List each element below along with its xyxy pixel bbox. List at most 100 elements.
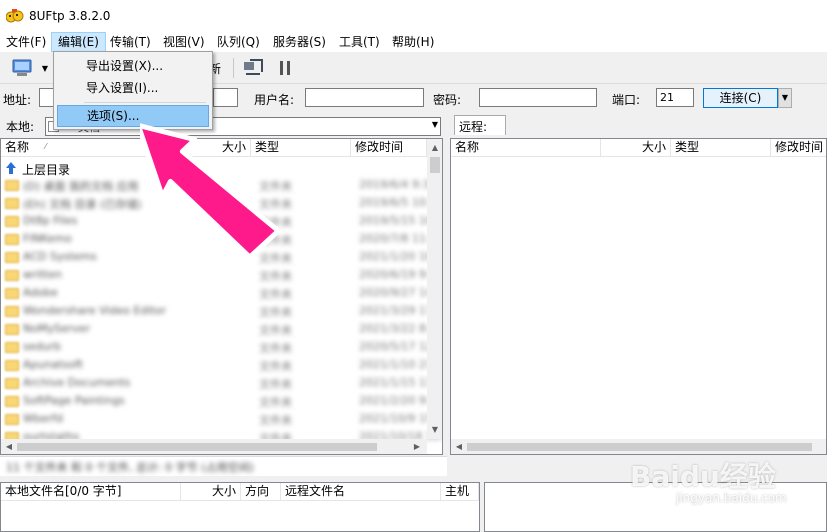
menu-file[interactable]: 文件(F) bbox=[0, 32, 52, 52]
table-row[interactable]: Adobe 文件夹 2020/9/27 14:33 bbox=[1, 285, 442, 303]
folder-icon bbox=[5, 306, 19, 317]
folder-icon bbox=[5, 360, 19, 371]
col-remote-file[interactable]: 远程文件名 bbox=[281, 483, 441, 501]
pause-button[interactable] bbox=[275, 57, 295, 79]
menu-view[interactable]: 视图(V) bbox=[157, 32, 211, 52]
local-status-text: 11 个文件夹 和 0 个文件, 总计: 0 字节 (占用空间) bbox=[6, 461, 254, 474]
chevron-down-icon: ▼ bbox=[431, 120, 438, 129]
folder-icon bbox=[5, 216, 19, 227]
local-vertical-scrollbar[interactable]: ▲ ▼ bbox=[427, 139, 442, 439]
remote-horizontal-scrollbar[interactable]: ◀ bbox=[451, 439, 826, 454]
menu-tools[interactable]: 工具(T) bbox=[333, 32, 386, 52]
address-label: 地址: bbox=[3, 93, 32, 107]
table-row[interactable]: (Eh) 文档 目录 (已存储) 文件夹 2019/6/5 10:21 bbox=[1, 195, 442, 213]
col-name[interactable]: 名称 bbox=[1, 139, 173, 157]
menu-queue[interactable]: 队列(Q) bbox=[211, 32, 266, 52]
menu-item-export-settings[interactable]: 导出设置(X)... bbox=[57, 55, 209, 77]
reconnect-icon bbox=[244, 59, 263, 75]
address-input[interactable] bbox=[39, 88, 54, 107]
up-arrow-icon bbox=[6, 162, 16, 174]
scroll-down-arrow-icon[interactable]: ▼ bbox=[427, 425, 442, 434]
menu-item-options[interactable]: 选项(S)... bbox=[57, 105, 209, 127]
local-label: 本地: bbox=[6, 120, 35, 134]
toolbar-separator bbox=[233, 58, 234, 78]
password-input[interactable] bbox=[479, 88, 597, 107]
transfer-queue[interactable]: 本地文件名[0/0 字节] 大小 方向 远程文件名 主机 bbox=[0, 482, 480, 532]
table-row[interactable]: Archive Documents 文件夹 2021/1/15 13:54 bbox=[1, 375, 442, 393]
menu-edit[interactable]: 编辑(E) bbox=[51, 32, 106, 52]
baidu-watermark: Baidu经验 jingyan.baidu.com bbox=[630, 455, 820, 515]
username-input[interactable] bbox=[305, 88, 424, 107]
port-input[interactable]: 21 bbox=[656, 88, 694, 107]
local-horizontal-scrollbar[interactable]: ◀ ▶ bbox=[1, 439, 427, 454]
menu-server[interactable]: 服务器(S) bbox=[267, 32, 332, 52]
scroll-thumb[interactable] bbox=[430, 157, 440, 173]
menu-bar: 文件(F) 编辑(E) 传输(T) 视图(V) 队列(Q) 服务器(S) 工具(… bbox=[0, 32, 827, 52]
connect-dropdown-arrow[interactable]: ▼ bbox=[778, 88, 792, 108]
col-size[interactable]: 大小 bbox=[181, 483, 241, 501]
local-file-list[interactable]: 名称 大小 类型 修改时间 ⁄ 上层目录 (D) 桌面 我的文档 应用 文件夹 20… bbox=[0, 138, 443, 455]
remote-file-list[interactable]: 名称 大小 类型 修改时间 ◀ bbox=[450, 138, 827, 455]
window-title: 8UFtp 3.8.2.0 bbox=[29, 9, 111, 23]
folder-icon bbox=[5, 270, 19, 281]
title-bar: 8UFtp 3.8.2.0 bbox=[0, 0, 827, 32]
username-label: 用户名: bbox=[254, 93, 295, 107]
table-row[interactable]: Wondershare Video Editor 文件夹 2021/3/29 17:… bbox=[1, 303, 442, 321]
scroll-thumb[interactable] bbox=[467, 443, 812, 451]
folder-icon bbox=[5, 414, 19, 425]
site-manager-button[interactable] bbox=[8, 57, 36, 79]
table-row[interactable]: FINKemo 文件夹 2020/7/8 11:20 bbox=[1, 231, 442, 249]
app-icon bbox=[6, 9, 24, 23]
remote-list-header: 名称 大小 类型 修改时间 bbox=[451, 139, 826, 157]
watermark-url: jingyan.baidu.com bbox=[676, 491, 787, 505]
scroll-left-arrow-icon[interactable]: ◀ bbox=[451, 442, 467, 451]
parent-dir-row[interactable]: 上层目录 bbox=[1, 159, 442, 177]
col-direction[interactable]: 方向 bbox=[241, 483, 281, 501]
scroll-up-arrow-icon[interactable]: ▲ bbox=[427, 143, 442, 152]
menu-transfer[interactable]: 传输(T) bbox=[104, 32, 157, 52]
folder-icon bbox=[5, 396, 19, 407]
col-host[interactable]: 主机 bbox=[441, 483, 479, 501]
folder-icon bbox=[5, 252, 19, 263]
sort-indicator-icon: ⁄ bbox=[45, 142, 47, 151]
table-row[interactable]: Dt8p Files 文件夹 2019/5/15 16:40 bbox=[1, 213, 442, 231]
address-input-tail[interactable] bbox=[213, 88, 238, 107]
table-row[interactable]: NoMyServer 文件夹 2021/3/22 8:40 bbox=[1, 321, 442, 339]
site-dropdown-arrow[interactable]: ▼ bbox=[38, 57, 52, 79]
col-size[interactable]: 大小 bbox=[601, 139, 671, 157]
folder-icon bbox=[5, 198, 19, 209]
remote-tab[interactable]: 远程: bbox=[454, 115, 506, 135]
queue-header: 本地文件名[0/0 字节] 大小 方向 远程文件名 主机 bbox=[1, 483, 479, 501]
col-local-file[interactable]: 本地文件名[0/0 字节] bbox=[1, 483, 181, 501]
folder-icon bbox=[5, 324, 19, 335]
col-type[interactable]: 类型 bbox=[251, 139, 351, 157]
reconnect-button[interactable] bbox=[240, 57, 266, 79]
col-size[interactable]: 大小 bbox=[173, 139, 251, 157]
col-modified[interactable]: 修改时间 bbox=[771, 139, 826, 157]
folder-icon bbox=[5, 180, 19, 191]
col-type[interactable]: 类型 bbox=[671, 139, 771, 157]
scroll-left-arrow-icon[interactable]: ◀ bbox=[1, 442, 17, 451]
table-row[interactable]: Apunatsoft 文件夹 2021/1/10 21:06 bbox=[1, 357, 442, 375]
edit-menu-dropdown: 导出设置(X)... 导入设置(I)... 选项(S)... bbox=[53, 51, 213, 130]
computer-icon bbox=[12, 59, 32, 76]
table-row[interactable]: sedurb 文件夹 2020/5/17 12:11 bbox=[1, 339, 442, 357]
table-row[interactable]: Wberfd 文件夹 2021/10/9 15:20 bbox=[1, 411, 442, 429]
col-name[interactable]: 名称 bbox=[451, 139, 601, 157]
menu-separator bbox=[84, 102, 206, 103]
port-label: 端口: bbox=[612, 93, 641, 107]
table-row[interactable]: (D) 桌面 我的文档 应用 文件夹 2019/6/4 9:30 bbox=[1, 177, 442, 195]
menu-help[interactable]: 帮助(H) bbox=[386, 32, 440, 52]
table-row[interactable]: written 文件夹 2020/6/19 9:12 bbox=[1, 267, 442, 285]
menu-item-import-settings[interactable]: 导入设置(I)... bbox=[57, 77, 209, 99]
folder-icon bbox=[5, 342, 19, 353]
table-row[interactable]: SoftPage Paintings 文件夹 2021/2/20 9:09 bbox=[1, 393, 442, 411]
table-row[interactable]: ACD Systems 文件夹 2021/1/20 18:01 bbox=[1, 249, 442, 267]
parent-dir-label: 上层目录 bbox=[22, 163, 71, 177]
col-modified[interactable]: 修改时间 bbox=[351, 139, 427, 157]
folder-icon bbox=[5, 234, 19, 245]
connect-button[interactable]: 连接(C) bbox=[703, 88, 778, 108]
scroll-right-arrow-icon[interactable]: ▶ bbox=[409, 442, 425, 451]
scroll-thumb[interactable] bbox=[17, 443, 377, 451]
local-status-bar: 11 个文件夹 和 0 个文件, 总计: 0 字节 (占用空间) bbox=[0, 456, 447, 476]
